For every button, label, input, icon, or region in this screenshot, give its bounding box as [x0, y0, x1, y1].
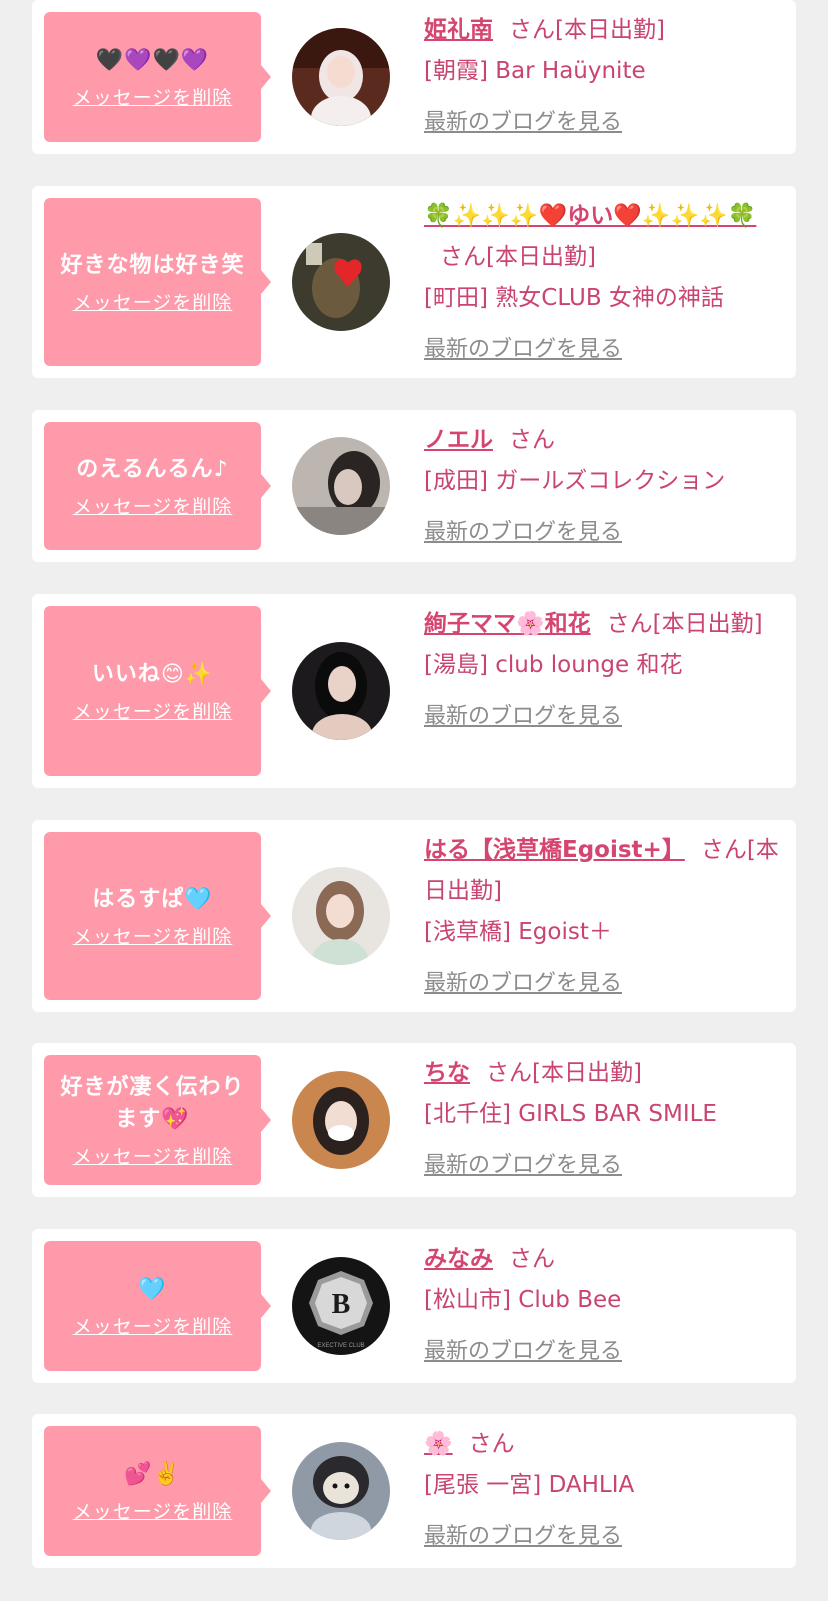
- shop-name: [北千住] GIRLS BAR SMILE: [424, 1101, 717, 1127]
- message-bubble: 好きな物は好き笑 メッセージを削除: [44, 198, 271, 366]
- honorific-status: さん[本日出勤]: [509, 17, 665, 43]
- avatar[interactable]: [292, 28, 390, 126]
- message-text: いいね😊✨: [91, 661, 214, 687]
- message-text: のえるんるん♪: [76, 456, 229, 482]
- delete-message-link[interactable]: メッセージを削除: [73, 1497, 233, 1524]
- latest-blog-link[interactable]: 最新のブログを見る: [424, 102, 784, 143]
- message-bubble: はるすぱ🩵 メッセージを削除: [44, 832, 271, 1000]
- shop-name: [成田] ガールズコレクション: [424, 468, 726, 494]
- list-item: 🩵 メッセージを削除 B EXECTIVE CLUB みなみ さん [松山市] Cl…: [32, 1229, 796, 1383]
- avatar[interactable]: [292, 233, 390, 331]
- cast-name-link[interactable]: 🌸: [424, 1431, 453, 1457]
- entry-info: はる【浅草橋Egoist+】 さん[本日出勤] [浅草橋] Egoist＋ 最新の…: [424, 830, 784, 1004]
- message-text: 好きな物は好き笑: [60, 252, 245, 278]
- message-bubble: 🩵 メッセージを削除: [44, 1241, 271, 1371]
- entry-info: 🍀✨✨✨❤️ゆい❤️✨✨✨🍀 さん[本日出勤] [町田] 熟女CLUB 女神の神話…: [424, 196, 784, 370]
- delete-message-link[interactable]: メッセージを削除: [73, 1142, 233, 1169]
- avatar[interactable]: B EXECTIVE CLUB: [292, 1257, 390, 1355]
- list-item: 💕✌️ メッセージを削除 🌸 さん [尾張 一宮] DAHLIA 最新のブログを見…: [32, 1414, 796, 1568]
- latest-blog-link[interactable]: 最新のブログを見る: [424, 1516, 784, 1557]
- shop-name: [湯島] club lounge 和花: [424, 652, 683, 678]
- delete-message-link[interactable]: メッセージを削除: [73, 1312, 233, 1339]
- list-item: いいね😊✨ メッセージを削除 絢子ママ🌸和花 さん[本日出勤] [湯島] club…: [32, 594, 796, 788]
- shop-name: [松山市] Club Bee: [424, 1287, 622, 1313]
- message-text: 💕✌️: [124, 1461, 181, 1487]
- list-item: 🖤💜🖤💜 メッセージを削除 姫礼南 さん[本日出勤] [朝霞] Bar Haüyn…: [32, 0, 796, 154]
- message-text: 🖤💜🖤💜: [95, 47, 210, 73]
- avatar[interactable]: [292, 437, 390, 535]
- message-bubble: 💕✌️ メッセージを削除: [44, 1426, 271, 1556]
- message-text: 🩵: [138, 1276, 167, 1302]
- shop-name: [尾張 一宮] DAHLIA: [424, 1472, 635, 1498]
- cast-name-link[interactable]: ちな: [424, 1060, 470, 1086]
- message-list: 🖤💜🖤💜 メッセージを削除 姫礼南 さん[本日出勤] [朝霞] Bar Haüyn…: [0, 0, 828, 1601]
- message-bubble: 好きが凄く伝わります💖 メッセージを削除: [44, 1055, 271, 1185]
- honorific-status: さん: [468, 1431, 515, 1457]
- cast-name-link[interactable]: みなみ: [424, 1246, 493, 1272]
- entry-info: 絢子ママ🌸和花 さん[本日出勤] [湯島] club lounge 和花 最新のブ…: [424, 604, 784, 737]
- delete-message-link[interactable]: メッセージを削除: [73, 697, 233, 724]
- latest-blog-link[interactable]: 最新のブログを見る: [424, 1331, 784, 1372]
- entry-info: 🌸 さん [尾張 一宮] DAHLIA 最新のブログを見る: [424, 1424, 784, 1557]
- delete-message-link[interactable]: メッセージを削除: [73, 83, 233, 110]
- cast-name-link[interactable]: 姫礼南: [424, 17, 493, 43]
- cast-name-link[interactable]: 🍀✨✨✨❤️ゆい❤️✨✨✨🍀: [424, 203, 756, 229]
- latest-blog-link[interactable]: 最新のブログを見る: [424, 329, 784, 370]
- latest-blog-link[interactable]: 最新のブログを見る: [424, 963, 784, 1004]
- honorific-status: さん[本日出勤]: [606, 611, 763, 637]
- delete-message-link[interactable]: メッセージを削除: [73, 922, 233, 949]
- list-item: はるすぱ🩵 メッセージを削除 はる【浅草橋Egoist+】 さん[本日出勤] [浅…: [32, 820, 796, 1012]
- entry-info: ちな さん[本日出勤] [北千住] GIRLS BAR SMILE 最新のブログを…: [424, 1053, 784, 1186]
- entry-info: みなみ さん [松山市] Club Bee 最新のブログを見る: [424, 1239, 784, 1372]
- cast-name-link[interactable]: はる【浅草橋Egoist+】: [424, 837, 685, 863]
- honorific-status: さん: [509, 427, 555, 453]
- cast-name-link[interactable]: 絢子ママ🌸和花: [424, 611, 591, 637]
- entry-info: 姫礼南 さん[本日出勤] [朝霞] Bar Haüynite 最新のブログを見る: [424, 10, 784, 143]
- honorific-status: さん[本日出勤]: [440, 244, 596, 270]
- list-item: のえるんるん♪ メッセージを削除 ノエル さん [成田] ガールズコレクション 最…: [32, 410, 796, 562]
- delete-message-link[interactable]: メッセージを削除: [73, 492, 233, 519]
- latest-blog-link[interactable]: 最新のブログを見る: [424, 1145, 784, 1186]
- club-logo-caption: EXECTIVE CLUB: [317, 1343, 364, 1349]
- message-bubble: いいね😊✨ メッセージを削除: [44, 606, 271, 776]
- shop-name: [朝霞] Bar Haüynite: [424, 58, 646, 84]
- message-text: 好きが凄く伝わります💖: [60, 1074, 245, 1132]
- list-item: 好きな物は好き笑 メッセージを削除 🍀✨✨✨❤️ゆい❤️✨✨✨🍀 さん[本日出勤]…: [32, 186, 796, 378]
- entry-info: ノエル さん [成田] ガールズコレクション 最新のブログを見る: [424, 420, 784, 553]
- message-text: はるすぱ🩵: [92, 886, 213, 912]
- avatar[interactable]: [292, 1071, 390, 1169]
- cast-name-link[interactable]: ノエル: [424, 427, 493, 453]
- avatar[interactable]: [292, 642, 390, 740]
- avatar[interactable]: [292, 1442, 390, 1540]
- shop-name: [浅草橋] Egoist＋: [424, 919, 612, 945]
- message-bubble: のえるんるん♪ メッセージを削除: [44, 422, 271, 550]
- latest-blog-link[interactable]: 最新のブログを見る: [424, 512, 784, 553]
- latest-blog-link[interactable]: 最新のブログを見る: [424, 696, 784, 737]
- list-item: 好きが凄く伝わります💖 メッセージを削除 ちな さん[本日出勤] [北千住] GI…: [32, 1043, 796, 1197]
- avatar[interactable]: [292, 867, 390, 965]
- delete-message-link[interactable]: メッセージを削除: [73, 288, 233, 315]
- shop-name: [町田] 熟女CLUB 女神の神話: [424, 285, 724, 311]
- honorific-status: さん: [509, 1246, 555, 1272]
- honorific-status: さん[本日出勤]: [486, 1060, 642, 1086]
- club-logo-letter: B: [332, 1289, 351, 1320]
- message-bubble: 🖤💜🖤💜 メッセージを削除: [44, 12, 271, 142]
